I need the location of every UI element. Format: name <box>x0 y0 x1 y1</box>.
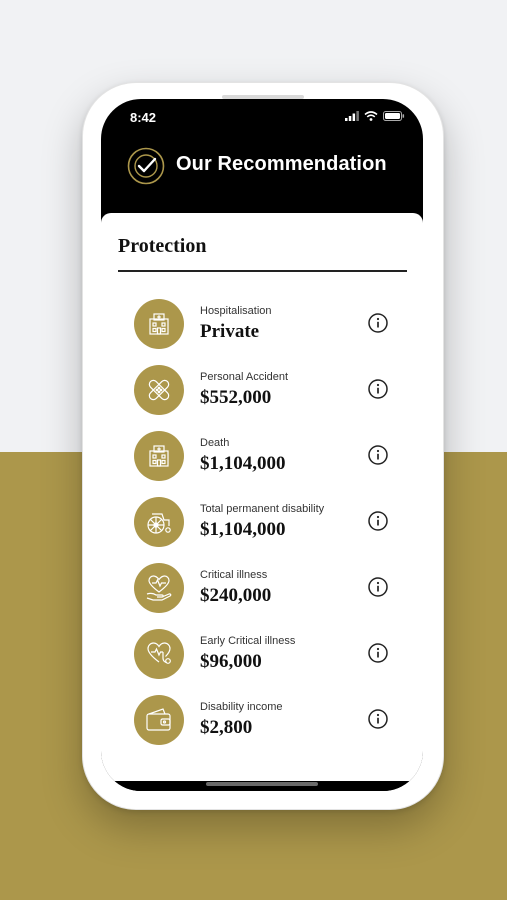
coverage-label: Critical illness <box>200 569 268 581</box>
info-icon[interactable] <box>368 709 388 729</box>
hospital-icon <box>134 299 184 349</box>
coverage-item-early-critical-illness: Early Critical illness $96,000 <box>101 629 423 685</box>
page-title: Our Recommendation <box>176 153 387 175</box>
coverage-label: Hospitalisation <box>200 305 272 317</box>
phone-screen: 8:42 Our Recommendation Protection Hospi… <box>101 99 423 791</box>
coverage-label: Early Critical illness <box>200 635 296 647</box>
coverage-item-death: Death $1,104,000 <box>101 431 423 487</box>
home-indicator[interactable] <box>206 782 318 786</box>
coverage-item-hospitalisation: Hospitalisation Private <box>101 299 423 355</box>
battery-icon <box>383 111 405 121</box>
coverage-value: $240,000 <box>200 585 272 606</box>
info-icon[interactable] <box>368 379 388 399</box>
bandage-icon <box>134 365 184 415</box>
status-icons <box>345 111 405 121</box>
status-time: 8:42 <box>130 110 157 125</box>
coverage-label: Total permanent disability <box>200 503 325 515</box>
coverage-label: Disability income <box>200 701 283 713</box>
coverage-item-personal-accident: Personal Accident $552,000 <box>101 365 423 421</box>
check-circle-icon <box>127 147 165 185</box>
coverage-label: Death <box>200 437 230 449</box>
wallet-icon <box>134 695 184 745</box>
coverage-value: $2,800 <box>200 717 253 738</box>
coverage-value: $96,000 <box>200 651 262 672</box>
info-icon[interactable] <box>368 511 388 531</box>
coverage-value: $1,104,000 <box>200 519 286 540</box>
coverage-value: Private <box>200 321 260 342</box>
hospital-icon <box>134 431 184 481</box>
heart-hand-icon <box>134 563 184 613</box>
section-title: Protection <box>118 235 207 257</box>
signal-icon <box>345 111 359 121</box>
info-icon[interactable] <box>368 445 388 465</box>
wifi-icon <box>364 111 378 121</box>
coverage-item-disability-income: Disability income $2,800 <box>101 695 423 751</box>
wheelchair-icon <box>134 497 184 547</box>
coverage-value: $1,104,000 <box>200 453 286 474</box>
info-icon[interactable] <box>368 313 388 333</box>
section-divider <box>118 270 407 272</box>
info-icon[interactable] <box>368 577 388 597</box>
stethoscope-icon <box>134 629 184 679</box>
coverage-value: $552,000 <box>200 387 272 408</box>
coverage-label: Personal Accident <box>200 371 289 383</box>
app-header: Our Recommendation <box>101 139 423 213</box>
status-bar: 8:42 <box>101 99 423 139</box>
info-icon[interactable] <box>368 643 388 663</box>
coverage-item-total-permanent-disability: Total permanent disability $1,104,000 <box>101 497 423 553</box>
coverage-item-critical-illness: Critical illness $240,000 <box>101 563 423 619</box>
recommendation-card: Protection Hospitalisation Private Perso… <box>101 213 423 781</box>
